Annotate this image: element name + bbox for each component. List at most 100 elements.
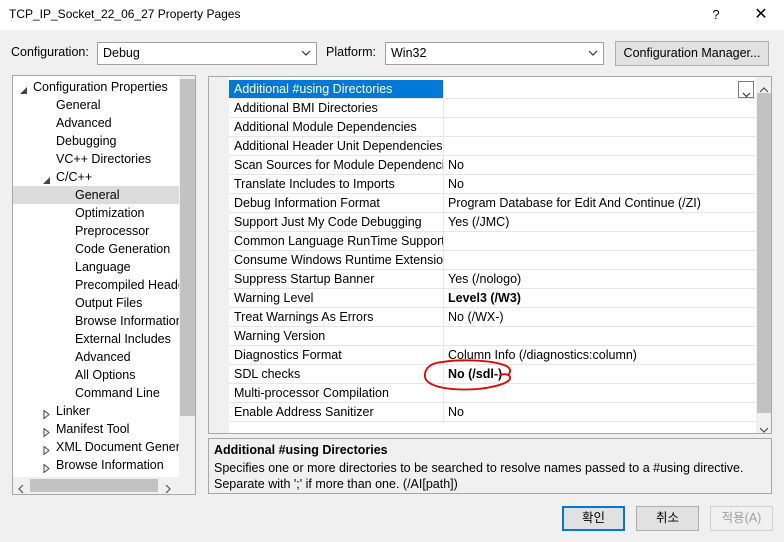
tree-item-label: Preprocessor [75, 224, 150, 238]
apply-button[interactable]: 적용(A) [710, 506, 773, 531]
property-name[interactable]: Debug Information Format [229, 194, 444, 213]
tree-item[interactable]: External Includes [13, 330, 179, 348]
property-row[interactable]: Scan Sources for Module Dependencies No [229, 156, 756, 175]
configuration-dropdown[interactable]: Debug [97, 42, 317, 65]
tree-item[interactable]: Advanced [13, 348, 179, 366]
tree-item[interactable]: General [13, 186, 179, 204]
tree-vertical-scrollbar[interactable] [179, 76, 195, 477]
help-button[interactable]: ? [704, 5, 728, 25]
property-row[interactable]: Support Just My Code Debugging Yes (/JMC) [229, 213, 756, 232]
property-name[interactable]: Suppress Startup Banner [229, 270, 444, 289]
tree-item[interactable]: Precompiled Heade [13, 276, 185, 294]
property-name[interactable]: Multi-processor Compilation [229, 384, 444, 403]
property-value[interactable]: No [444, 403, 756, 422]
collapsed-arrow-icon[interactable] [42, 406, 52, 420]
property-row[interactable]: Additional BMI Directories [229, 99, 756, 118]
property-value[interactable]: No (/WX-) [444, 308, 756, 327]
tree-item[interactable]: General [13, 96, 179, 114]
property-value[interactable]: Program Database for Edit And Continue (… [444, 194, 756, 213]
property-value[interactable] [444, 137, 756, 156]
tree-item[interactable]: Language [13, 258, 179, 276]
tree-item[interactable]: Preprocessor [13, 222, 179, 240]
tree-item[interactable]: All Options [13, 366, 179, 384]
tree-horizontal-scroll-thumb[interactable] [30, 479, 158, 492]
scroll-down-icon[interactable] [759, 422, 769, 433]
property-row[interactable]: Enable Address Sanitizer No [229, 403, 756, 422]
property-row[interactable]: Debug Information Format Program Database… [229, 194, 756, 213]
property-name[interactable]: Translate Includes to Imports [229, 175, 444, 194]
property-name[interactable]: Warning Version [229, 327, 444, 346]
tree-item[interactable]: Browse Information [13, 312, 183, 330]
expanded-arrow-icon[interactable] [19, 82, 29, 94]
tree-item-label: General [56, 98, 101, 112]
property-value[interactable] [444, 99, 756, 118]
tree-item[interactable]: Advanced [13, 114, 179, 132]
tree-item[interactable]: Configuration Properties [13, 78, 179, 96]
tree-item[interactable]: XML Document Genera [13, 438, 187, 456]
property-row[interactable]: Consume Windows Runtime Extension [229, 251, 756, 270]
ok-button[interactable]: 확인 [562, 506, 625, 531]
tree-vertical-scroll-thumb[interactable] [180, 79, 195, 416]
property-name[interactable]: Support Just My Code Debugging [229, 213, 444, 232]
cancel-button[interactable]: 취소 [636, 506, 699, 531]
property-value[interactable] [444, 327, 756, 346]
property-value[interactable] [444, 232, 756, 251]
property-row[interactable]: Additional Header Unit Dependencies [229, 137, 756, 156]
tree-item[interactable]: Linker [13, 402, 179, 420]
chevron-down-icon [300, 43, 312, 64]
property-name[interactable]: Warning Level [229, 289, 444, 308]
property-row[interactable]: Warning Version [229, 327, 756, 346]
platform-dropdown[interactable]: Win32 [385, 42, 604, 65]
property-name[interactable]: Common Language RunTime Support [229, 232, 444, 251]
tree-item[interactable]: Optimization [13, 204, 179, 222]
collapsed-arrow-icon[interactable] [42, 460, 52, 474]
property-name[interactable]: Additional BMI Directories [229, 99, 444, 118]
tree-item[interactable]: Manifest Tool [13, 420, 179, 438]
tree-item[interactable]: C/C++ [13, 168, 179, 186]
property-value[interactable]: No [444, 175, 756, 194]
property-name[interactable]: SDL checks [229, 365, 444, 384]
property-name[interactable]: Diagnostics Format [229, 346, 444, 365]
collapsed-arrow-icon[interactable] [42, 442, 52, 456]
property-value[interactable] [444, 80, 756, 99]
grid-vertical-scrollbar[interactable] [756, 77, 771, 433]
property-name[interactable]: Treat Warnings As Errors [229, 308, 444, 327]
configuration-manager-button[interactable]: Configuration Manager... [615, 41, 769, 66]
tree-item[interactable]: Command Line [13, 384, 179, 402]
grid-vertical-scroll-thumb[interactable] [757, 93, 771, 413]
property-name[interactable]: Consume Windows Runtime Extension [229, 251, 444, 270]
grid-gutter [209, 77, 229, 433]
property-row[interactable]: Common Language RunTime Support [229, 232, 756, 251]
property-name[interactable]: Additional Header Unit Dependencies [229, 137, 444, 156]
property-value[interactable]: Yes (/JMC) [444, 213, 756, 232]
tree-item-label: C/C++ [56, 170, 93, 184]
property-value[interactable] [444, 251, 756, 270]
property-name[interactable]: Enable Address Sanitizer [229, 403, 444, 422]
scroll-right-icon[interactable] [165, 482, 171, 494]
expanded-arrow-icon[interactable] [42, 172, 52, 184]
property-row[interactable]: Warning Level Level3 (/W3) [229, 289, 756, 308]
property-row[interactable]: Suppress Startup Banner Yes (/nologo) [229, 270, 756, 289]
scroll-left-icon[interactable] [18, 482, 24, 494]
tree-item[interactable]: Code Generation [13, 240, 179, 258]
property-value[interactable]: No [444, 156, 756, 175]
property-row[interactable]: Additional #using Directories [229, 80, 756, 99]
property-name[interactable]: Scan Sources for Module Dependencies [229, 156, 444, 175]
property-row[interactable]: Treat Warnings As Errors No (/WX-) [229, 308, 756, 327]
tree-item[interactable]: Browse Information [13, 456, 179, 474]
value-dropdown-button[interactable] [738, 81, 754, 98]
tree-horizontal-scrollbar[interactable] [13, 477, 179, 494]
property-row[interactable]: Translate Includes to Imports No [229, 175, 756, 194]
collapsed-arrow-icon[interactable] [42, 424, 52, 438]
close-button[interactable]: ✕ [746, 4, 776, 26]
tree-item[interactable]: Output Files [13, 294, 179, 312]
property-row[interactable]: Additional Module Dependencies [229, 118, 756, 137]
property-value[interactable] [444, 118, 756, 137]
tree-item[interactable]: VC++ Directories [13, 150, 179, 168]
description-title: Additional #using Directories [214, 443, 388, 457]
property-value[interactable]: Level3 (/W3) [444, 289, 756, 308]
property-name[interactable]: Additional Module Dependencies [229, 118, 444, 137]
tree-item[interactable]: Debugging [13, 132, 179, 150]
property-name[interactable]: Additional #using Directories [229, 80, 444, 99]
property-value[interactable]: Yes (/nologo) [444, 270, 756, 289]
